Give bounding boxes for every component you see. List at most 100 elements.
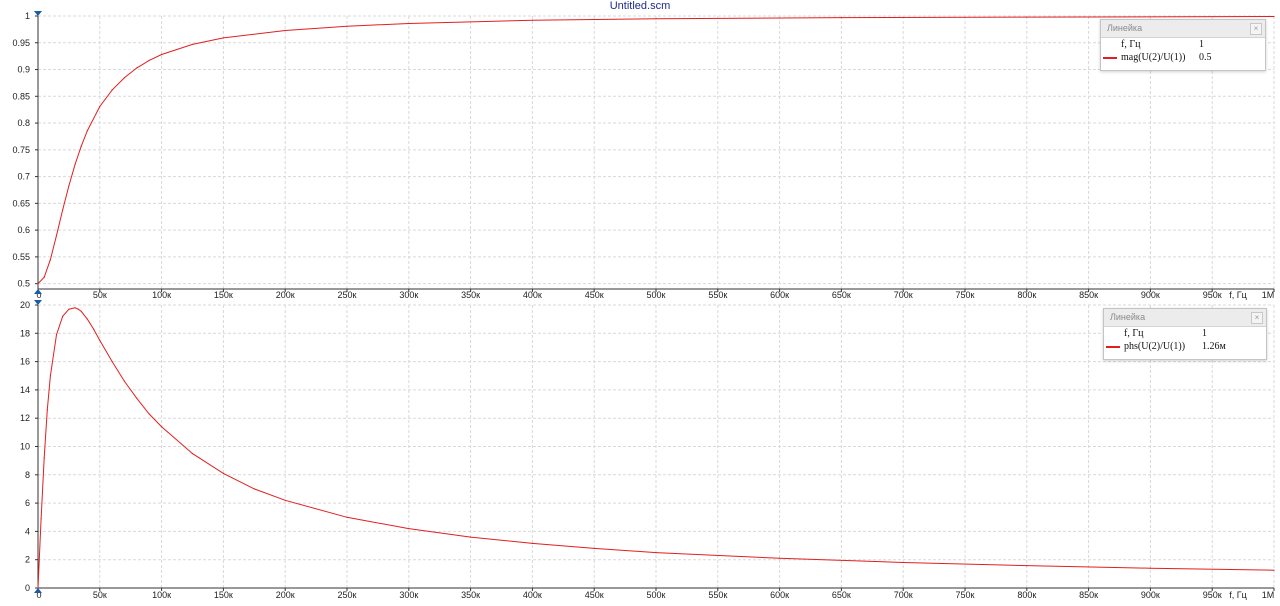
ruler-row-value: 1: [1199, 39, 1204, 50]
data-point: [46, 409, 48, 411]
data-point: [161, 53, 163, 56]
data-point: [99, 339, 101, 341]
y-tick-label: 0: [25, 583, 30, 593]
data-point: [655, 18, 657, 20]
data-point: [1273, 15, 1275, 18]
ruler-row-frequency: f, Гц 1: [1101, 38, 1265, 51]
x-tick-label: 50к: [93, 590, 107, 600]
data-point: [68, 308, 70, 310]
x-tick-label: 850к: [1079, 590, 1098, 600]
data-point: [1026, 565, 1028, 567]
data-point: [55, 334, 58, 336]
close-icon[interactable]: ×: [1250, 23, 1262, 35]
data-point: [531, 19, 534, 21]
data-point: [655, 552, 657, 554]
y-tick-label: 20: [20, 300, 30, 310]
ruler-header[interactable]: Линейка ×: [1104, 309, 1266, 327]
y-tick-label: 0.5: [17, 279, 30, 289]
x-tick-label: 350к: [461, 290, 480, 300]
data-point: [99, 105, 101, 108]
data-point: [136, 67, 138, 69]
x-tick-label: 1М: [1262, 590, 1275, 600]
data-point: [284, 29, 286, 32]
data-point: [62, 209, 64, 211]
magnitude-plot[interactable]: 0 50к 100к 150к 200к 250к 300к 350к 400к 450к 500к…: [12, 11, 1275, 300]
series-swatch: [1106, 346, 1120, 348]
data-point: [346, 25, 348, 27]
close-icon[interactable]: ×: [1251, 312, 1263, 324]
y-tick-label: 0.75: [12, 145, 30, 155]
data-point: [408, 528, 410, 530]
ruler-row-name: phs(U(2)/U(1)): [1124, 341, 1186, 352]
data-point: [86, 318, 88, 320]
data-point: [136, 397, 138, 399]
data-point: [1149, 567, 1151, 569]
ruler-header[interactable]: Линейка ×: [1101, 20, 1265, 38]
x-tick-label: 750к: [956, 590, 975, 600]
data-point: [111, 89, 113, 91]
x-tick-label: 300к: [399, 590, 418, 600]
y-tick-label: 0.55: [12, 252, 30, 262]
ruler-row-value: 0.5: [1199, 52, 1212, 63]
x-tick-label: 300к: [399, 290, 418, 300]
data-point: [593, 547, 595, 550]
x-tick-label: 800к: [1017, 590, 1036, 600]
phase-plot[interactable]: 0 50к 100к 150к 200к 250к 300к 350к 400к 450к 500к…: [20, 300, 1275, 600]
data-point: [191, 43, 194, 46]
data-point: [37, 283, 39, 285]
data-point: [74, 307, 76, 309]
y-tick-label: 4: [25, 526, 30, 536]
cursor-marker-top: [34, 11, 42, 16]
y-tick-label: 0.95: [12, 38, 30, 48]
ruler-row-series: mag(U(2)/U(1)) 0.5: [1101, 51, 1265, 64]
x-tick-label: 350к: [461, 590, 480, 600]
data-point: [123, 77, 126, 79]
data-point: [80, 310, 82, 312]
x-tick-label: 100к: [152, 590, 171, 600]
x-tick-label: 950к: [1203, 290, 1222, 300]
x-tick-label: 550к: [708, 590, 727, 600]
data-point: [284, 499, 286, 501]
ruler-title: Линейка: [1107, 23, 1143, 33]
x-tick-label: 900к: [1141, 290, 1160, 300]
x-tick-label: 400к: [523, 290, 542, 300]
y-tick-label: 1: [25, 11, 30, 21]
data-point: [62, 315, 64, 317]
data-point: [531, 542, 534, 545]
data-point: [346, 516, 348, 518]
data-point: [49, 375, 52, 377]
x-axis-label: f, Гц: [1229, 590, 1247, 600]
y-tick-label: 12: [20, 413, 30, 423]
data-point: [40, 518, 42, 520]
ruler-row-series: phs(U(2)/U(1)) 1.26м: [1104, 340, 1266, 353]
data-point: [1026, 16, 1028, 18]
data-point: [408, 22, 410, 25]
data-point: [74, 163, 76, 165]
plots-canvas: 0 50к 100к 150к 200к 250к 300к 350к 400к 450к 500к…: [12, 11, 1275, 600]
x-tick-label: 200к: [276, 590, 295, 600]
x-axis-label: f, Гц: [1229, 290, 1247, 300]
ruler-row-value: 1.26м: [1202, 341, 1226, 352]
y-tick-label: 0.9: [17, 65, 30, 75]
y-tick-label: 10: [20, 442, 30, 452]
x-tick-label: 700к: [894, 590, 913, 600]
data-point: [55, 234, 58, 237]
x-tick-label: 500к: [647, 290, 666, 300]
data-point: [470, 536, 472, 538]
x-tick-label: 600к: [770, 590, 789, 600]
ruler-row-value: 1: [1202, 328, 1207, 339]
data-point: [779, 557, 781, 559]
data-point: [148, 413, 150, 415]
x-tick-label: 600к: [770, 290, 789, 300]
x-tick-label: 400к: [523, 590, 542, 600]
x-tick-label: 250к: [338, 290, 357, 300]
ruler-title: Линейка: [1110, 312, 1146, 322]
x-tick-label: 150к: [214, 590, 233, 600]
data-point: [86, 130, 88, 132]
data-point: [222, 472, 224, 474]
x-tick-label: 1М: [1262, 290, 1275, 300]
data-point: [80, 145, 82, 147]
ruler-panel-magnitude[interactable]: Линейка × f, Гц 1 mag(U(2)/U(1)) 0.5: [1100, 19, 1266, 71]
ruler-panel-phase[interactable]: Линейка × f, Гц 1 phs(U(2)/U(1)) 1.26м: [1103, 308, 1267, 360]
y-tick-label: 14: [20, 385, 30, 395]
